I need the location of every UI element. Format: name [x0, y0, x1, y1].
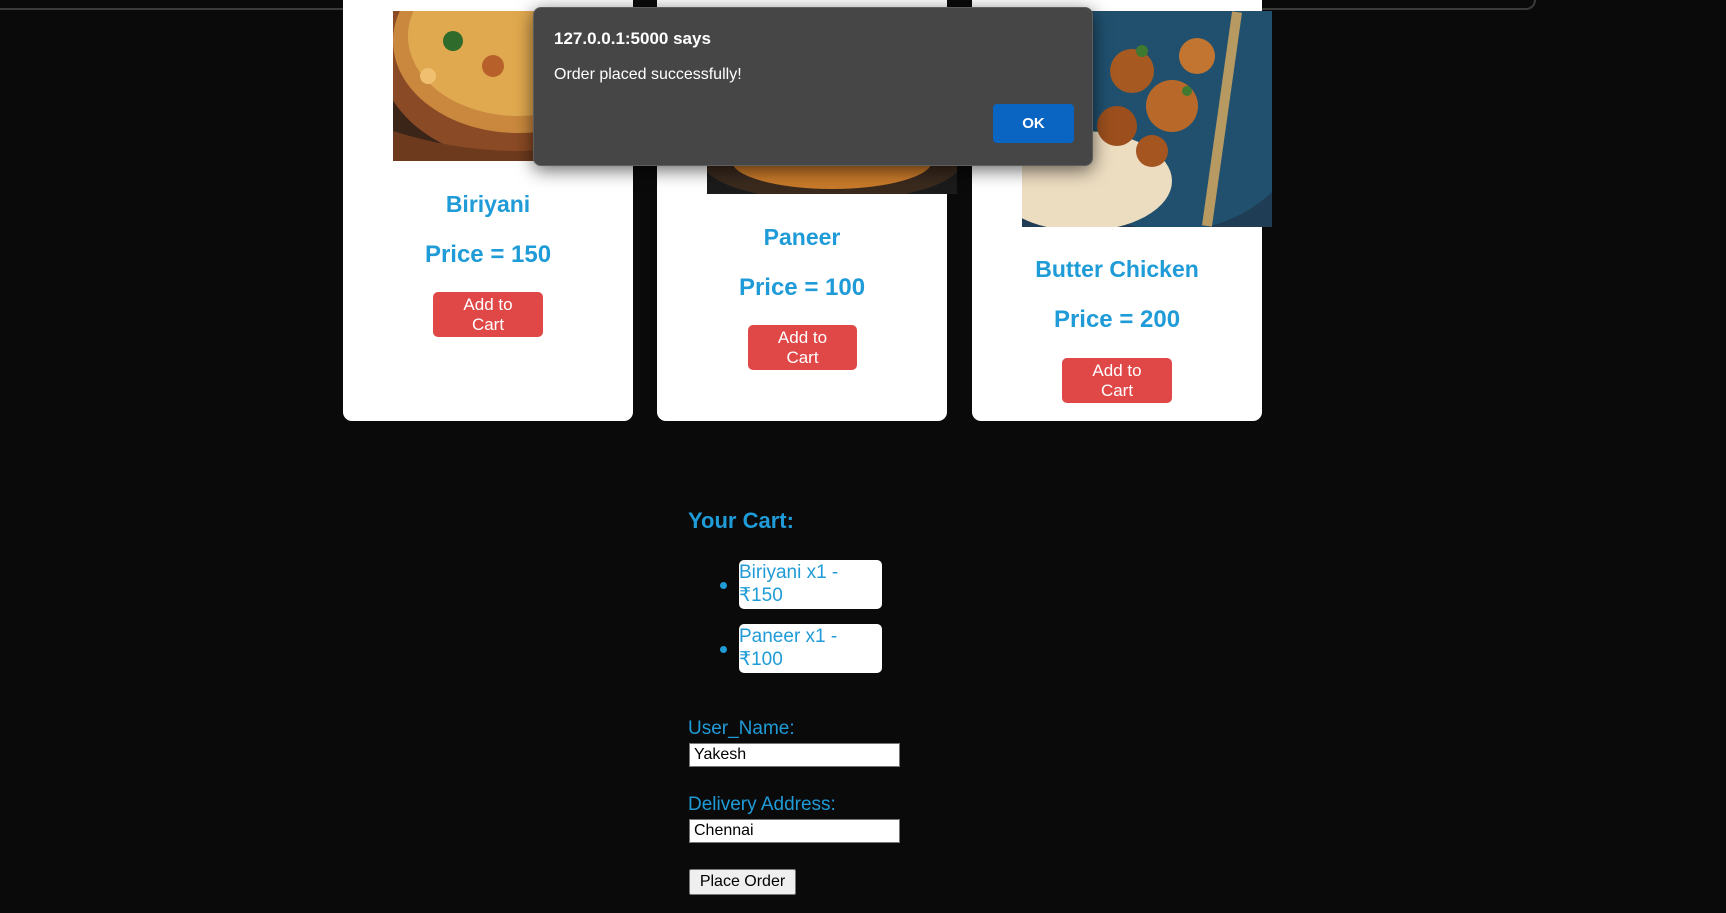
alert-dialog: 127.0.0.1:5000 says Order placed success…	[533, 7, 1093, 166]
user-name-label: User_Name:	[688, 718, 795, 739]
page: Biriyani Price = 150 Add to Cart Paneer …	[0, 0, 1726, 913]
delivery-address-label: Delivery Address:	[688, 794, 836, 815]
add-to-cart-button[interactable]: Add to Cart	[1062, 358, 1172, 403]
dish-name: Butter Chicken	[1035, 256, 1199, 282]
dish-price: Price = 100	[738, 274, 866, 301]
delivery-address-input[interactable]	[689, 819, 900, 843]
bullet-icon	[720, 582, 727, 589]
dialog-title: 127.0.0.1:5000 says	[554, 29, 711, 48]
add-to-cart-button[interactable]: Add to Cart	[748, 325, 857, 370]
bullet-icon	[720, 646, 727, 653]
dish-price: Price = 200	[1053, 306, 1181, 333]
add-to-cart-button[interactable]: Add to Cart	[433, 292, 543, 337]
place-order-button[interactable]: Place Order	[689, 869, 796, 895]
dish-price: Price = 150	[424, 241, 552, 268]
dish-name: Paneer	[763, 224, 841, 250]
user-name-input[interactable]	[689, 743, 900, 767]
cart-title: Your Cart:	[688, 508, 794, 533]
cart-item-label: Paneer x1 - ₹100	[739, 624, 882, 673]
ok-button[interactable]: OK	[993, 104, 1074, 143]
cart-item-label: Biriyani x1 - ₹150	[739, 560, 882, 609]
dialog-message: Order placed successfully!	[554, 66, 742, 83]
dish-name: Biriyani	[445, 191, 531, 217]
